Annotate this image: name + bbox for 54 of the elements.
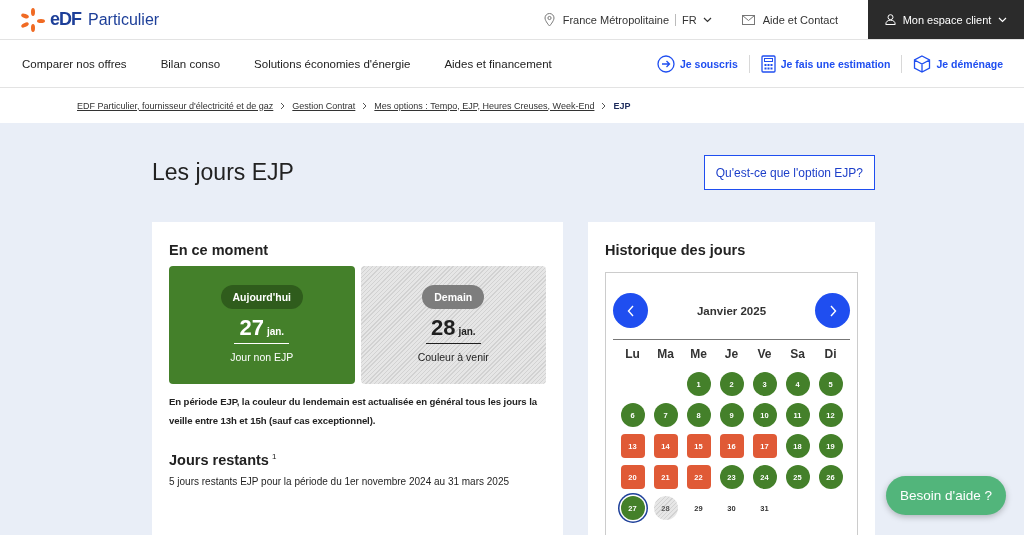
brand-name: Particulier [88,10,160,29]
page-title: Les jours EJP [152,159,294,186]
weekday-label: Sa [790,347,805,361]
region-selector[interactable]: France Métropolitaine FR [562,13,712,26]
nav-link[interactable]: Comparer nos offres [22,57,127,70]
location-pin-icon [543,12,555,27]
action-link[interactable]: Je déménage [901,54,1014,73]
nav-link[interactable]: Bilan conso [160,57,221,70]
day-badge: Demain [422,285,485,309]
weekday-label: Lu [625,347,640,361]
chevron-down-icon [998,16,1008,23]
section-heading: En ce moment [169,242,270,258]
nav-link[interactable]: Solutions économies d'énergie [254,57,411,70]
breadcrumb-link[interactable]: Gestion Contrat [292,100,356,111]
action-link[interactable]: Je fais une estimation [748,54,902,73]
remaining-days-text: 5 jours restants EJP pour la période du 1er novembre 2024 au 31 mars 2025 [169,476,511,487]
current-page: EJP [613,100,631,111]
chevron-down-icon [702,16,712,23]
calculator-icon [760,54,776,73]
weekday-label: Je [724,347,739,361]
arrow-circle-icon [656,54,675,73]
weekday-label: Me [690,347,707,361]
chevron-right-icon [601,101,607,110]
account-button[interactable]: Mon espace client [868,0,1024,39]
day-status: Couleur à venir [417,351,489,363]
section-heading: Historique des jours [605,242,747,258]
weekday-label: Di [824,347,837,361]
contact-link[interactable]: Aide et Contact [762,13,838,26]
breadcrumb-link[interactable]: EDF Particulier, fournisseur d'électricité et de gaz [77,100,274,111]
help-button[interactable]: Besoin d'aide ? [886,476,1006,515]
user-icon [884,14,896,25]
info-note: En période EJP, la couleur du lendemain est actualisée en général tous les jours la veille entre 13h et 15h (sauf cas exceptionnel). [169,395,538,428]
info-button[interactable]: Qu'est-ce que l'option EJP? [703,155,875,190]
month-label: Janvier 2025 [696,304,767,317]
chevron-right-icon [280,101,286,110]
date-label: 27 jan. [234,315,290,344]
day-badge: Aujourd'hui [220,285,303,309]
weekday-label: Ve [757,347,772,361]
chevron-left-icon [626,304,635,317]
day-status: Jour non EJP [230,351,294,363]
date-label: 28 jan. [425,315,481,344]
action-link[interactable]: Je souscris [645,54,749,73]
section-heading: Jours restants $^{1}$ [169,452,278,468]
chevron-right-icon [362,101,368,110]
logo-icon [20,7,46,32]
nav-link[interactable]: Aides et financement [444,57,552,70]
envelope-icon [741,14,755,25]
breadcrumb-link[interactable]: Mes options : Tempo, EJP, Heures Creuses, Week-End [374,100,595,111]
chevron-right-icon [828,304,837,317]
box-icon [913,54,932,73]
next-month-button[interactable] [815,293,850,328]
previous-month-button[interactable] [613,293,648,328]
weekday-label: Ma [657,347,674,361]
logo-text: eDF [50,9,81,30]
